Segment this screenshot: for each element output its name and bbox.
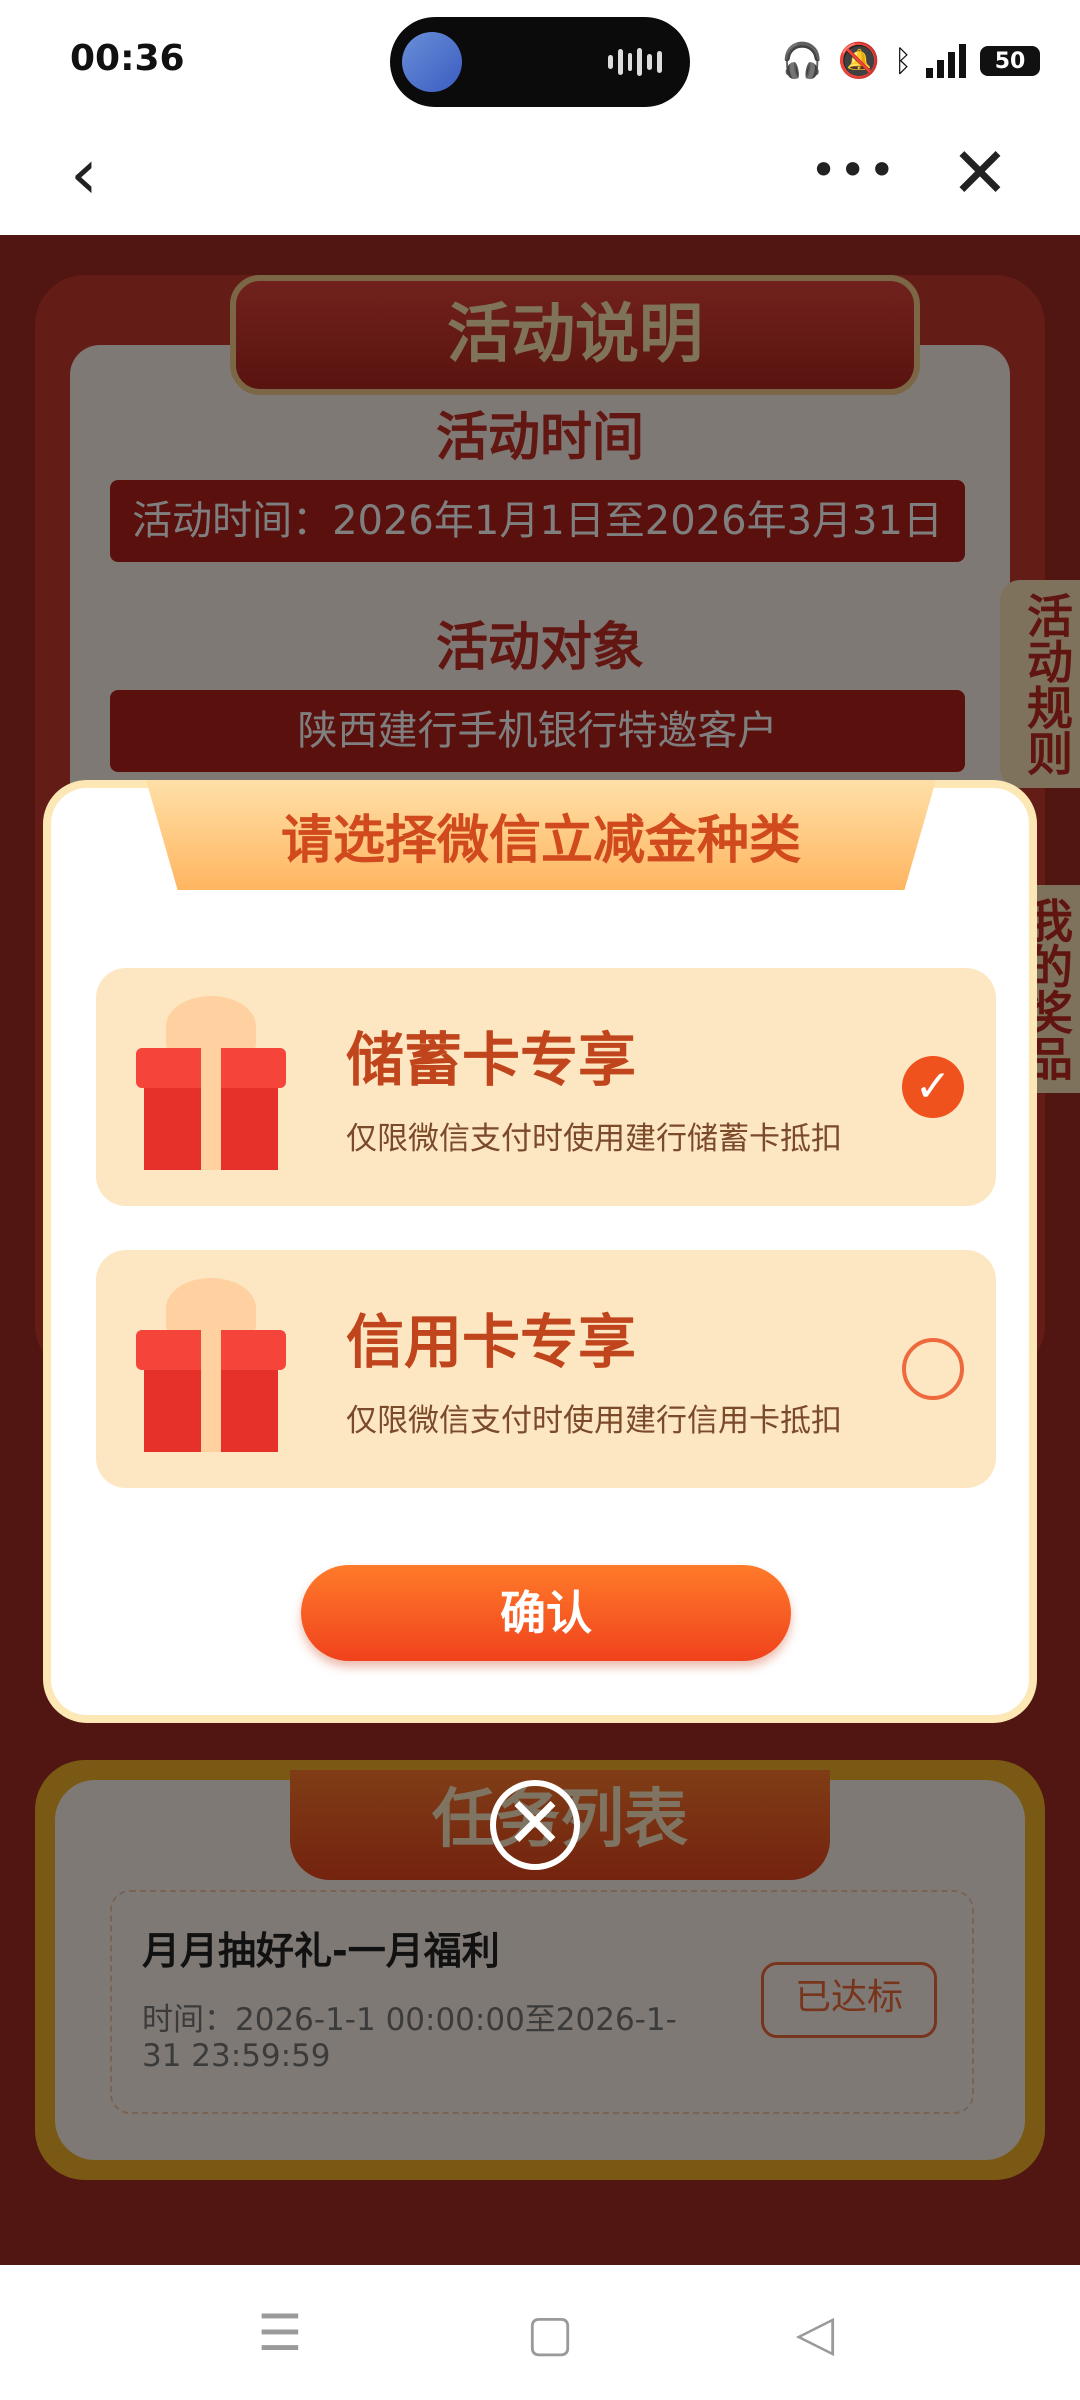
close-page-button[interactable]: ✕ — [945, 138, 1015, 208]
back-button[interactable]: ‹ — [70, 139, 130, 209]
checked-radio-icon[interactable]: ✓ — [902, 1056, 964, 1118]
nav-bar: ‹ ••• ✕ — [0, 120, 1080, 235]
dialog-title: 请选择微信立减金种类 — [280, 811, 801, 871]
status-time: 00:36 — [70, 38, 185, 79]
option-title: 储蓄卡专享 — [346, 1026, 637, 1094]
dynamic-island — [390, 17, 690, 107]
option-credit-card[interactable]: 信用卡专享 仅限微信支付时使用建行信用卡抵扣 — [96, 1250, 996, 1488]
option-title: 信用卡专享 — [346, 1308, 637, 1376]
confirm-button[interactable]: 确认 — [301, 1565, 791, 1661]
more-options-button[interactable]: ••• — [810, 140, 895, 210]
card-type-dialog: 请选择微信立减金种类 储蓄卡专享 仅限微信支付时使用建行储蓄卡抵扣 ✓ 信用卡专… — [43, 780, 1037, 1723]
headphones-icon: 🎧 — [781, 41, 824, 81]
gift-box-icon — [126, 996, 296, 1176]
option-desc: 仅限微信支付时使用建行信用卡抵扣 — [346, 1403, 842, 1439]
audio-wave-icon — [608, 47, 662, 77]
close-dialog-button[interactable]: ✕ — [490, 1780, 580, 1870]
bluetooth-icon: ᛒ — [894, 43, 912, 79]
battery-icon: 50 — [980, 46, 1040, 76]
home-icon[interactable]: ▢ — [520, 2303, 580, 2363]
option-desc: 仅限微信支付时使用建行储蓄卡抵扣 — [346, 1121, 842, 1157]
app-avatar-icon — [402, 32, 462, 92]
status-icons: 🎧 🔕 ᛒ 50 — [781, 36, 1040, 86]
mute-bell-icon: 🔕 — [837, 41, 880, 81]
status-bar: 00:36 🎧 🔕 ᛒ 50 — [0, 0, 1080, 120]
unchecked-radio-icon[interactable] — [902, 1338, 964, 1400]
gift-box-icon — [126, 1278, 296, 1458]
system-nav-bar: ☰ ▢ ◁ — [0, 2265, 1080, 2400]
signal-icon — [926, 44, 966, 78]
back-triangle-icon[interactable]: ◁ — [785, 2303, 845, 2363]
menu-icon[interactable]: ☰ — [250, 2303, 310, 2363]
option-debit-card[interactable]: 储蓄卡专享 仅限微信支付时使用建行储蓄卡抵扣 ✓ — [96, 968, 996, 1206]
